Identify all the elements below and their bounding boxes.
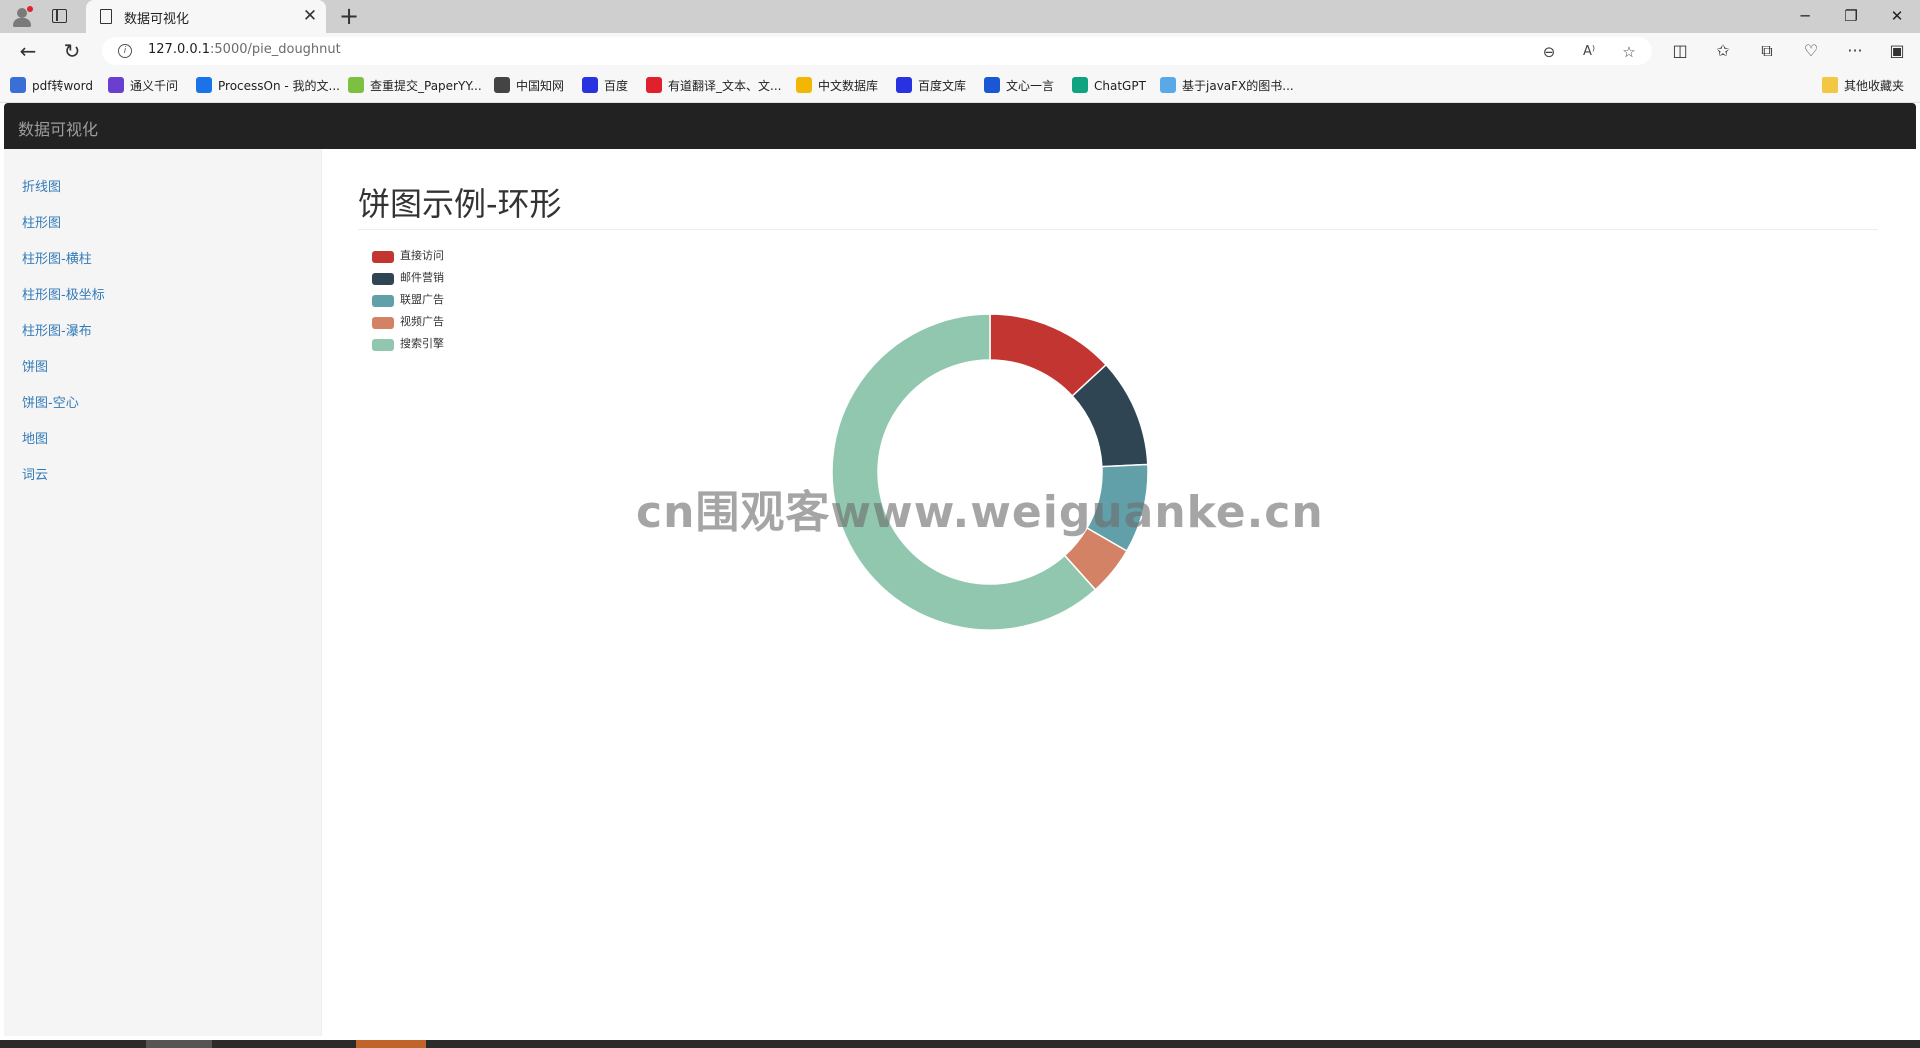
baidu-icon [582, 77, 598, 93]
bookmark-item[interactable]: 中文数据库 [796, 77, 878, 95]
sidebar-link[interactable]: 饼图-空心 [22, 392, 79, 411]
collections-icon[interactable]: ⧉ [1754, 39, 1780, 63]
refresh-icon[interactable]: ↻ [58, 37, 86, 65]
sidebar-link[interactable]: 柱形图-横柱 [22, 248, 92, 267]
bookmark-item[interactable]: pdf转word [10, 77, 93, 95]
close-window-icon[interactable]: ✕ [1882, 4, 1912, 28]
url-path: :5000/pie_doughnut [210, 42, 341, 57]
bookmark-item[interactable]: 百度文库 [896, 77, 966, 95]
main-content: 饼图示例-环形 直接访问 邮件营销 联盟广告 视频广告 搜索引擎 [322, 149, 1916, 1036]
sidebar-link[interactable]: 词云 [22, 464, 48, 483]
taskbar-item[interactable] [146, 1040, 212, 1048]
split-screen-icon[interactable]: ◫ [1667, 39, 1693, 63]
bookmark-item[interactable]: 通义千问 [108, 77, 178, 95]
chatgpt-icon [1072, 77, 1088, 93]
browser-essentials-icon[interactable]: ♡ [1798, 39, 1824, 63]
bookmark-item[interactable]: 中国知网 [494, 77, 564, 95]
sidebar-link[interactable]: 柱形图-极坐标 [22, 284, 105, 303]
read-aloud-icon[interactable]: A⁾ [1578, 41, 1600, 63]
bookmarks-bar: pdf转word 通义千问 ProcessOn - 我的文... 查重提交_Paper… [0, 69, 1920, 103]
bookmark-label: 基于javaFX的图书... [1182, 79, 1294, 93]
page-icon [1160, 77, 1176, 93]
address-toolbar: ← ↻ i 127.0.0.1:5000/pie_doughnut ⊖ A⁾ ☆… [0, 33, 1920, 69]
tongyi-icon [108, 77, 124, 93]
browser-tab-active[interactable]: 数据可视化 ✕ [86, 0, 326, 33]
favorites-icon[interactable]: ✩ [1710, 39, 1736, 63]
zoom-icon[interactable]: ⊖ [1538, 41, 1560, 63]
tab-title: 数据可视化 [124, 12, 190, 27]
cnki-icon [494, 77, 510, 93]
address-bar[interactable]: i 127.0.0.1:5000/pie_doughnut ⊖ A⁾ ☆ [102, 37, 1652, 65]
sidebar-link[interactable]: 饼图 [22, 356, 48, 375]
sidebar-link[interactable]: 地图 [22, 428, 48, 447]
other-bookmarks-label: 其他收藏夹 [1844, 79, 1905, 93]
doughnut-chart [831, 313, 1149, 631]
close-tab-icon[interactable]: ✕ [300, 6, 320, 26]
minimize-icon[interactable]: ─ [1790, 4, 1820, 28]
new-tab-icon[interactable]: + [338, 2, 360, 30]
bookmark-label: ProcessOn - 我的文... [218, 79, 340, 93]
wenxin-icon [984, 77, 1000, 93]
bookmark-item[interactable]: ProcessOn - 我的文... [196, 77, 340, 95]
bookmark-label: 有道翻译_文本、文... [668, 79, 782, 93]
taskbar-item[interactable] [356, 1040, 426, 1048]
bookmark-label: 百度 [604, 79, 629, 93]
pdf-convert-icon [10, 77, 26, 93]
more-menu-icon[interactable]: ··· [1842, 39, 1868, 63]
profile-icon[interactable] [10, 6, 34, 28]
page-icon [100, 9, 112, 24]
location-pin-icon [796, 77, 812, 93]
back-icon[interactable]: ← [14, 37, 42, 65]
browser-tab-bar: 数据可视化 ✕ + ─ ❐ ✕ [0, 0, 1920, 33]
bookmark-item[interactable]: 百度 [582, 77, 628, 95]
favorite-star-icon[interactable]: ☆ [1618, 41, 1640, 63]
bookmark-label: 文心一言 [1006, 79, 1055, 93]
bookmark-label: 查重提交_PaperYY... [370, 79, 482, 93]
bookmark-label: pdf转word [32, 79, 93, 93]
processon-icon [196, 77, 212, 93]
sidebar: 折线图柱形图柱形图-横柱 柱形图-极坐标 柱形图-瀑布 饼图饼图-空心地图词云 [4, 149, 322, 1036]
folder-icon [1822, 77, 1838, 93]
bookmark-label: 中文数据库 [818, 79, 879, 93]
tab-actions-icon[interactable] [52, 9, 67, 23]
bookmark-label: ChatGPT [1094, 79, 1146, 93]
top-navbar: 数据可视化 [4, 103, 1916, 149]
bookmark-label: 中国知网 [516, 79, 565, 93]
bookmark-label: 百度文库 [918, 79, 967, 93]
taskbar-edge [0, 1040, 1920, 1048]
other-bookmarks[interactable]: 其他收藏夹 [1822, 77, 1904, 95]
restore-icon[interactable]: ❐ [1836, 4, 1866, 28]
watermark: cn围观客www.weiguanke.cn [636, 487, 1324, 538]
bookmark-item[interactable]: 文心一言 [984, 77, 1054, 95]
bookmark-item[interactable]: ChatGPT [1072, 77, 1146, 95]
sidebar-toggle-icon[interactable]: ▣ [1884, 39, 1910, 63]
bookmark-item[interactable]: 有道翻译_文本、文... [646, 77, 781, 95]
site-info-icon[interactable]: i [118, 44, 132, 58]
youdao-icon [646, 77, 662, 93]
sidebar-link[interactable]: 折线图 [22, 176, 61, 195]
brand[interactable]: 数据可视化 [18, 116, 98, 140]
baidu-wenku-icon [896, 77, 912, 93]
sidebar-link[interactable]: 柱形图 [22, 212, 61, 231]
sidebar-link[interactable]: 柱形图-瀑布 [22, 320, 92, 339]
bookmark-item[interactable]: 基于javaFX的图书... [1160, 77, 1294, 95]
paperyy-icon [348, 77, 364, 93]
bookmark-item[interactable]: 查重提交_PaperYY... [348, 77, 482, 95]
bookmark-label: 通义千问 [130, 79, 179, 93]
url-text[interactable]: 127.0.0.1:5000/pie_doughnut [148, 42, 341, 57]
url-host: 127.0.0.1 [148, 42, 211, 57]
